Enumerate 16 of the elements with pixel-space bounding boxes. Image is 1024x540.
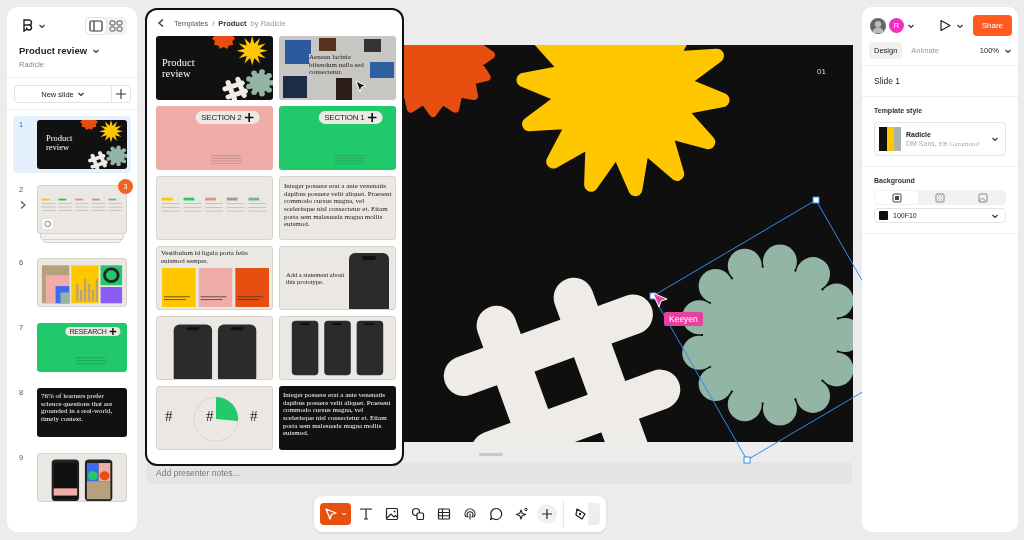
slide-title-text: Product review — [46, 134, 74, 151]
presenter-notes-field[interactable]: Add presenter notes... — [147, 461, 852, 484]
collaborator-label: Keeyen — [664, 312, 703, 326]
slide-title-text: Product review — [162, 58, 196, 79]
document-title[interactable]: Product review — [19, 45, 88, 56]
template-thumbnail[interactable]: SECTION 2 — [156, 106, 273, 170]
template-thumbnail[interactable]: SECTION 1 — [279, 106, 396, 170]
template-thumbnail[interactable]: # # # — [156, 386, 273, 450]
section-title: SECTION 2 — [201, 113, 242, 122]
stat-number: # — [206, 409, 214, 424]
page-number: 01 — [817, 67, 826, 76]
stat-number: # — [165, 409, 173, 424]
template-thumbnail[interactable]: Product review — [156, 36, 273, 100]
slide-name: Slide 1 — [874, 76, 901, 86]
section-title: SECTION 1 — [324, 113, 365, 122]
stat-number: # — [250, 409, 258, 424]
